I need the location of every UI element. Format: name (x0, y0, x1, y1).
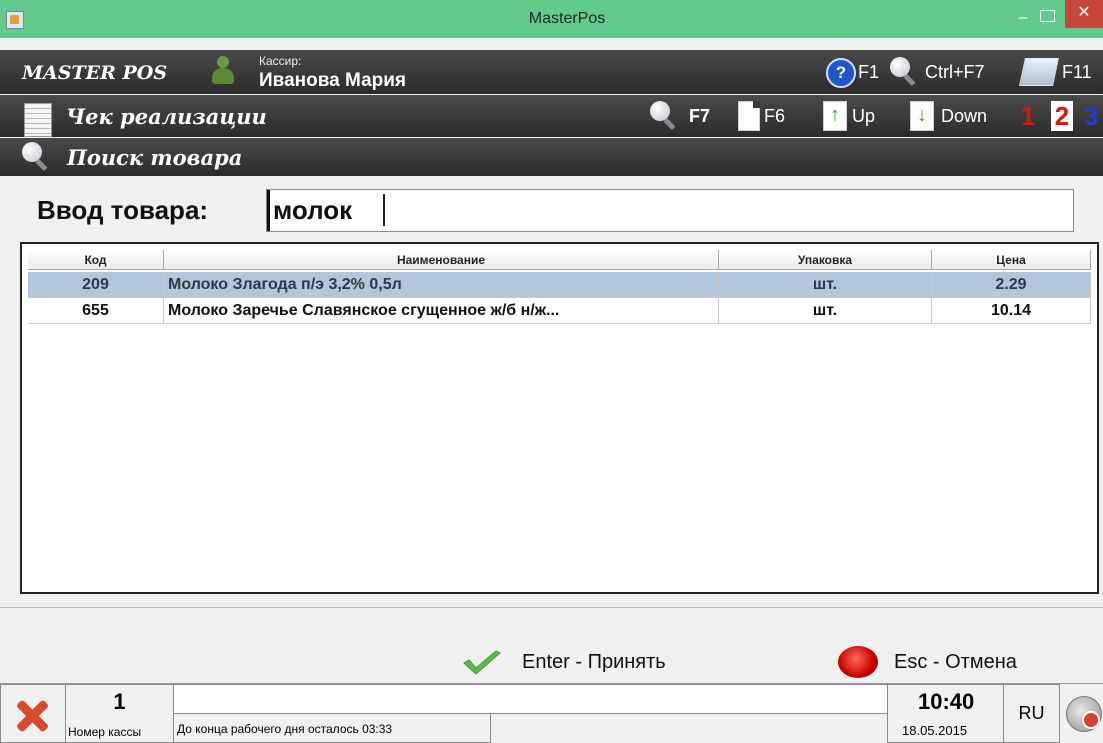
column-header-name[interactable]: Наименование (164, 250, 719, 270)
register-box: 1 Номер кассы (65, 684, 174, 743)
close-icon[interactable] (15, 699, 49, 733)
table-row[interactable]: 655 Молоко Заречье Славянское сгущенное … (28, 298, 1091, 324)
workday-remaining: До конца рабочего дня осталось 03:33 (177, 722, 393, 736)
product-search-input[interactable] (267, 190, 1073, 231)
cell-price: 2.29 (932, 272, 1091, 298)
status-bar: 1 Номер кассы До конца рабочего дня оста… (0, 683, 1103, 743)
cancel-label: Esc - Отмена (894, 651, 1017, 673)
receipt-title: Чек реализации (66, 104, 267, 129)
window-title-bar: MasterPos – ✕ (0, 0, 1103, 38)
product-input-label: Ввод товара: (37, 195, 209, 225)
exit-box[interactable] (0, 684, 66, 743)
clock-box: 10:40 18.05.2015 (887, 684, 1004, 743)
search-section-bar: Поиск товара (0, 138, 1103, 176)
search-section-title: Поиск товара (67, 145, 243, 170)
calculator-icon[interactable] (1019, 58, 1059, 86)
language-indicator[interactable]: RU (1004, 703, 1059, 724)
cell-code: 655 (28, 298, 164, 324)
receipt-tab-3[interactable]: 3 (1084, 101, 1103, 131)
brand-logo: MASTER POS (22, 62, 168, 84)
column-header-pack[interactable]: Упаковка (719, 250, 932, 270)
text-caret (383, 194, 385, 226)
cell-pack: шт. (719, 272, 932, 298)
user-icon (210, 56, 236, 86)
search-icon (22, 142, 50, 172)
red-circle-icon (838, 646, 878, 678)
receipt-tab-1[interactable]: 1 (1017, 101, 1039, 131)
product-input-field[interactable] (266, 189, 1074, 232)
hotkey-help[interactable]: F1 (858, 62, 879, 83)
help-icon[interactable]: ? (826, 58, 856, 88)
receipt-tab-2[interactable]: 2 (1051, 101, 1073, 131)
cashier-caption: Кассир: (259, 54, 302, 68)
checkmark-icon (463, 650, 501, 675)
close-button[interactable]: ✕ (1065, 0, 1103, 28)
product-table[interactable]: Код Наименование Упаковка Цена 209 Молок… (20, 242, 1099, 594)
hotkey-down[interactable]: Down (941, 106, 987, 127)
receipt-icon (24, 103, 52, 137)
hotkey-f6[interactable]: F6 (764, 106, 785, 127)
input-left-border (267, 190, 270, 231)
cashier-name: Иванова Мария (259, 70, 407, 91)
accept-button[interactable]: Enter - Принять (462, 642, 712, 682)
connection-status-icon[interactable] (1066, 696, 1102, 732)
hotkey-up[interactable]: Up (852, 106, 875, 127)
arrow-down-icon[interactable]: ↓ (910, 101, 934, 131)
header-bar: MASTER POS Кассир: Иванова Мария ? F1 Ct… (0, 50, 1103, 94)
maximize-button[interactable] (1040, 10, 1055, 22)
column-header-code[interactable]: Код (28, 250, 164, 270)
minimize-button[interactable]: – (1012, 8, 1034, 28)
accept-label: Enter - Принять (522, 651, 666, 673)
table-row[interactable]: 209 Молоко Злагода п/э 3,2% 0,5л шт. 2.2… (28, 272, 1091, 298)
receipt-bar: Чек реализации F7 F6 ↑ Up ↓ Down (0, 95, 1103, 137)
document-icon[interactable] (738, 101, 760, 131)
cell-name: Молоко Заречье Славянское сгущенное ж/б … (164, 298, 719, 324)
clock-time: 10:40 (918, 689, 975, 714)
clock-date: 18.05.2015 (902, 723, 968, 738)
hotkey-search[interactable]: Ctrl+F7 (925, 62, 985, 83)
hotkey-calculator[interactable]: F11 (1062, 62, 1092, 83)
search-icon[interactable] (890, 57, 918, 87)
status-message (173, 684, 888, 714)
register-caption: Номер кассы (68, 725, 142, 739)
hotkey-f7[interactable]: F7 (689, 106, 710, 127)
register-number: 1 (113, 689, 126, 714)
language-box[interactable]: RU (1003, 684, 1060, 743)
cell-pack: шт. (719, 298, 932, 324)
search-icon[interactable] (650, 101, 678, 131)
arrow-up-icon[interactable]: ↑ (823, 101, 847, 131)
cancel-button[interactable]: Esc - Отмена (838, 642, 1058, 682)
table-header: Код Наименование Упаковка Цена (22, 250, 1097, 270)
divider (0, 607, 1103, 608)
cell-name: Молоко Злагода п/э 3,2% 0,5л (164, 272, 719, 298)
column-header-price[interactable]: Цена (932, 250, 1091, 270)
window-title: MasterPos (528, 10, 606, 27)
cell-price: 10.14 (932, 298, 1091, 324)
cell-code: 209 (28, 272, 164, 298)
workday-box: До конца рабочего дня осталось 03:33 (173, 713, 491, 743)
